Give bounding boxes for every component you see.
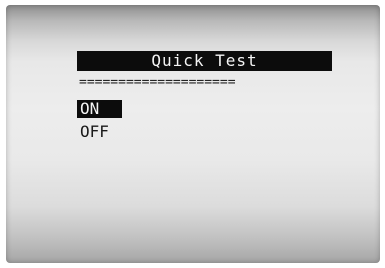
menu-item-off[interactable]: OFF	[77, 123, 112, 141]
device-frame: Quick Test ==================== ON OFF	[0, 0, 385, 268]
menu-item-on[interactable]: ON	[77, 100, 122, 118]
screen-title: Quick Test	[77, 51, 332, 71]
title-divider: ====================	[79, 76, 236, 90]
lcd-screen: Quick Test ==================== ON OFF	[6, 5, 380, 263]
